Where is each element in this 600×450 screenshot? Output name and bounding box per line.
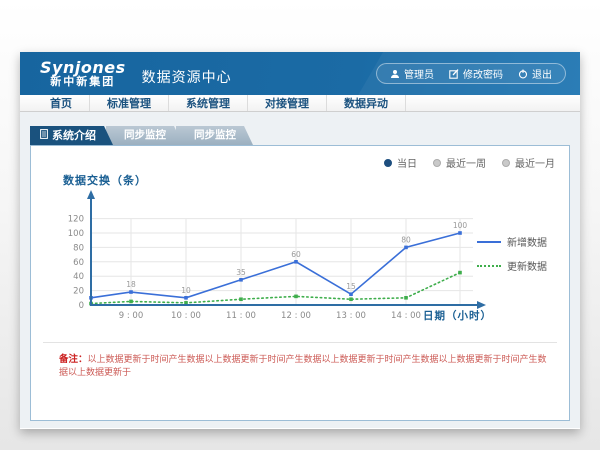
brand-logo-en: Synjones	[40, 59, 126, 77]
radio-today[interactable]: 当日	[384, 155, 417, 170]
svg-text:9 : 00: 9 : 00	[119, 311, 144, 321]
radio-last-week-label: 最近一周	[446, 155, 486, 170]
app-header: Synjones 新中新集团 数据资源中心 管理员 修改密码 退出	[20, 52, 580, 95]
edit-icon	[449, 69, 459, 79]
radio-last-week[interactable]: 最近一周	[433, 155, 486, 170]
svg-text:80: 80	[73, 243, 84, 253]
legend-item-new-data: 新增数据	[477, 234, 561, 249]
chart-panel: 当日 最近一周 最近一月 数据交换（条） 0204060801001209 : …	[30, 145, 570, 421]
brand-logo-cn: 新中新集团	[40, 76, 126, 88]
footnote-label: 备注：	[59, 354, 88, 365]
logout-button[interactable]: 退出	[518, 66, 552, 81]
nav-item-interface-mgmt[interactable]: 对接管理	[248, 95, 327, 111]
svg-text:80: 80	[401, 235, 411, 244]
svg-text:10 : 00: 10 : 00	[171, 311, 201, 321]
radio-last-month-label: 最近一月	[515, 155, 555, 170]
content-area: 系统介绍 同步监控 同步监控 当日 最近一周	[20, 112, 580, 428]
user-icon	[390, 69, 400, 79]
tab-label: 同步监控	[194, 126, 236, 145]
change-password-button[interactable]: 修改密码	[449, 66, 503, 81]
svg-text:40: 40	[73, 272, 84, 282]
svg-text:13 : 00: 13 : 00	[336, 311, 366, 321]
radio-last-month[interactable]: 最近一月	[502, 155, 555, 170]
svg-text:12 : 00: 12 : 00	[281, 311, 311, 321]
svg-text:15: 15	[346, 282, 356, 291]
admin-user-label: 管理员	[404, 66, 434, 81]
chart-legend: 新增数据 更新数据	[477, 234, 561, 282]
tab-sync-monitor-1[interactable]: 同步监控	[106, 126, 183, 145]
svg-text:10: 10	[181, 286, 191, 295]
tab-label: 系统介绍	[52, 126, 96, 145]
main-nav: 首页 标准管理 系统管理 对接管理 数据异动	[20, 95, 580, 112]
admin-user-button[interactable]: 管理员	[390, 66, 434, 81]
tab-label: 同步监控	[124, 126, 166, 145]
time-range-filter: 当日 最近一周 最近一月	[384, 155, 555, 170]
svg-text:14 : 00: 14 : 00	[391, 311, 421, 321]
user-toolbar: 管理员 修改密码 退出	[376, 63, 566, 84]
nav-item-standard-mgmt[interactable]: 标准管理	[90, 95, 169, 111]
footnote-text: 以上数据更新于时间产生数据以上数据更新于时间产生数据以上数据更新于时间产生数据以…	[59, 355, 547, 378]
nav-item-data-change[interactable]: 数据异动	[327, 95, 406, 111]
logout-label: 退出	[532, 66, 552, 81]
svg-text:60: 60	[291, 250, 301, 259]
change-password-label: 修改密码	[463, 66, 503, 81]
svg-text:18: 18	[126, 280, 136, 289]
chart-area: 0 20 40 60 80 100 120 9 : 00 10 : 00 11 : 00 12 : …	[45, 177, 507, 329]
logout-icon	[518, 69, 528, 79]
svg-text:60: 60	[73, 258, 84, 268]
page-title: 数据资源中心	[142, 67, 232, 87]
svg-text:100: 100	[453, 221, 468, 230]
svg-text:0: 0	[79, 301, 84, 311]
brand-logo: Synjones 新中新集团	[40, 59, 126, 89]
svg-text:35: 35	[236, 268, 246, 277]
tab-sync-monitor-2[interactable]: 同步监控	[176, 126, 253, 145]
dotted-line-icon	[477, 265, 501, 267]
svg-text:120: 120	[68, 215, 84, 225]
nav-item-home[interactable]: 首页	[32, 95, 90, 111]
svg-text:日期（小时）: 日期（小时）	[423, 309, 492, 322]
document-icon	[40, 126, 48, 145]
radio-dot-icon	[433, 159, 441, 167]
svg-text:100: 100	[68, 229, 84, 239]
svg-text:11 : 00: 11 : 00	[226, 311, 256, 321]
legend-item-updated-data: 更新数据	[477, 258, 561, 273]
solid-line-icon	[477, 241, 501, 243]
footnote: 备注：以上数据更新于时间产生数据以上数据更新于时间产生数据以上数据更新于时间产生…	[59, 353, 553, 379]
note-divider	[43, 342, 557, 343]
app-window: Synjones 新中新集团 数据资源中心 管理员 修改密码 退出	[20, 52, 580, 429]
radio-dot-icon	[384, 159, 392, 167]
tab-bar: 系统介绍 同步监控 同步监控	[30, 126, 570, 145]
radio-dot-icon	[502, 159, 510, 167]
line-chart: 0 20 40 60 80 100 120 9 : 00 10 : 00 11 : 00 12 : …	[45, 177, 507, 329]
svg-text:20: 20	[73, 287, 84, 297]
radio-today-label: 当日	[397, 155, 417, 170]
tab-system-intro[interactable]: 系统介绍	[30, 126, 113, 145]
nav-item-system-mgmt[interactable]: 系统管理	[169, 95, 248, 111]
